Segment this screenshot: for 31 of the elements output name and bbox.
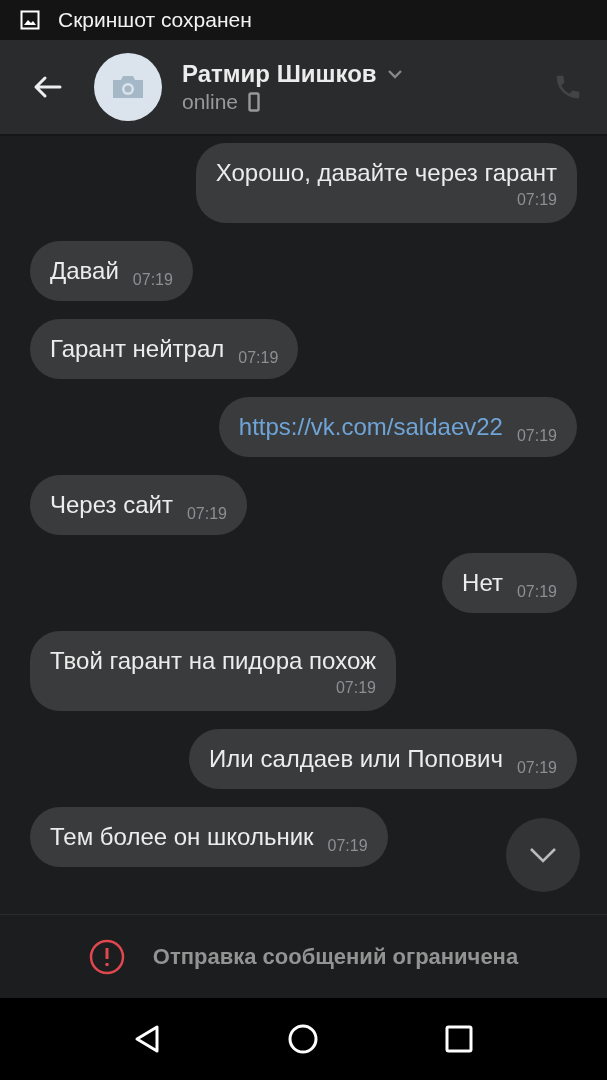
image-icon bbox=[20, 10, 40, 30]
back-icon[interactable] bbox=[32, 75, 62, 99]
online-status: online bbox=[182, 90, 239, 114]
message-text: Хорошо, давайте через гарант bbox=[215, 159, 557, 187]
message-text: Тем более он школьник bbox=[50, 823, 314, 851]
message-text: Гарант нейтрал bbox=[50, 335, 225, 363]
message-text: Или салдаев или Попович bbox=[209, 745, 503, 773]
message-link[interactable]: https://vk.com/saldaev22 bbox=[238, 413, 503, 441]
message-time: 07:19 bbox=[238, 349, 279, 367]
chevron-down-icon[interactable] bbox=[386, 69, 403, 79]
notification-text: Скриншот сохранен bbox=[58, 8, 252, 32]
message-time: 07:19 bbox=[516, 427, 557, 445]
message-time: 07:19 bbox=[335, 679, 376, 697]
message-text: Давай bbox=[50, 257, 119, 285]
message-time: 07:19 bbox=[327, 837, 368, 855]
message-time: 07:19 bbox=[516, 583, 557, 601]
message-time: 07:19 bbox=[186, 505, 227, 523]
message-time: 07:19 bbox=[516, 191, 557, 209]
message-text: Твой гарант на пидора похож bbox=[50, 647, 376, 675]
message-time: 07:19 bbox=[132, 271, 173, 289]
recents-nav-icon[interactable] bbox=[443, 1023, 476, 1055]
home-nav-icon[interactable] bbox=[287, 1023, 320, 1055]
message-text: Нет bbox=[462, 569, 503, 597]
chevron-down-icon bbox=[529, 847, 557, 863]
phone-icon bbox=[248, 92, 261, 112]
contact-name[interactable]: Ратмир Шишков bbox=[182, 60, 377, 88]
message-time: 07:19 bbox=[516, 759, 557, 777]
camera-icon bbox=[111, 74, 145, 100]
warning-icon bbox=[88, 938, 125, 975]
restriction-notice: Отправка сообщений ограничена bbox=[152, 943, 519, 970]
message-text: Через сайт bbox=[50, 491, 173, 519]
